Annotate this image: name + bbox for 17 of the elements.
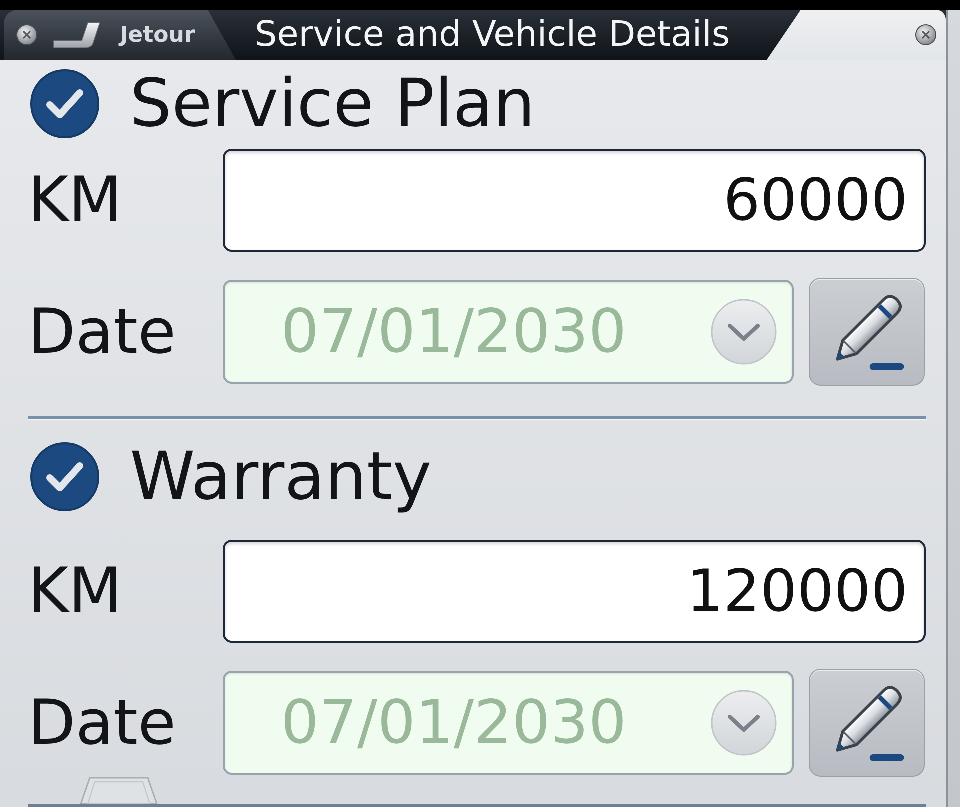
km-input-field[interactable]: 60000 [223,148,926,252]
field-label: KM [28,560,124,622]
brand-name: Jetour [120,22,196,48]
field-label: KM [28,169,124,231]
field-label: Date [28,692,178,754]
checkbox[interactable] [30,442,100,512]
km-input-field[interactable]: 120000 [223,540,926,642]
screw-icon [915,24,937,46]
field-label: Date [28,301,178,363]
edit-button[interactable] [809,278,925,386]
window-title: Service and Vehicle Details [255,18,730,52]
screw-icon [16,24,38,46]
section-title: Service Plan [130,71,536,137]
chevron-down-icon[interactable] [711,299,777,365]
chevron-down-icon[interactable] [711,690,777,756]
edit-button[interactable] [809,669,925,777]
checkbox[interactable] [30,69,100,139]
